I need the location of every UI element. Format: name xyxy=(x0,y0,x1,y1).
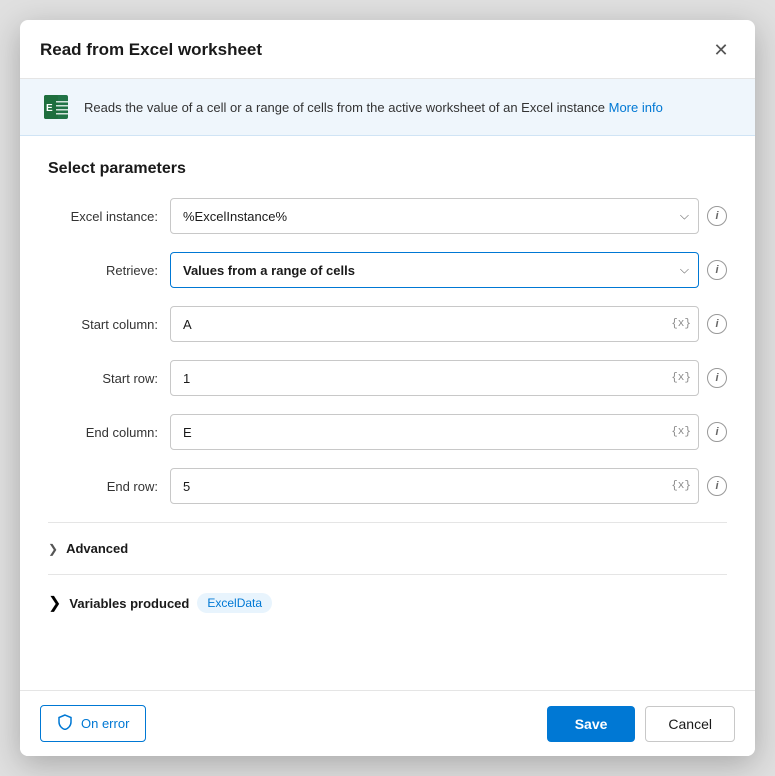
excel-instance-row: Excel instance: %ExcelInstance% ⌵ i xyxy=(48,198,727,234)
start-row-row: Start row: {x} i xyxy=(48,360,727,396)
start-row-input[interactable] xyxy=(170,360,699,396)
retrieve-control: Single cell value Values from a range of… xyxy=(170,252,727,288)
end-column-info-icon[interactable]: i xyxy=(707,422,727,442)
retrieve-select[interactable]: Single cell value Values from a range of… xyxy=(170,252,699,288)
excel-instance-label: Excel instance: xyxy=(48,209,158,224)
start-column-input[interactable] xyxy=(170,306,699,342)
on-error-button[interactable]: On error xyxy=(40,705,146,742)
end-row-input[interactable] xyxy=(170,468,699,504)
dialog: Read from Excel worksheet ✕ E Reads the … xyxy=(20,20,755,756)
svg-text:E: E xyxy=(46,103,53,114)
variables-produced-label: Variables produced xyxy=(69,596,189,611)
more-info-link[interactable]: More info xyxy=(609,100,663,115)
dialog-title: Read from Excel worksheet xyxy=(40,40,262,60)
excel-instance-control: %ExcelInstance% ⌵ i xyxy=(170,198,727,234)
cancel-button[interactable]: Cancel xyxy=(645,706,735,742)
retrieve-select-container: Single cell value Values from a range of… xyxy=(170,252,699,288)
variables-produced-section[interactable]: ❯ Variables produced ExcelData xyxy=(48,583,727,623)
advanced-section[interactable]: ❯ Advanced xyxy=(48,531,727,566)
info-banner-text: Reads the value of a cell or a range of … xyxy=(84,100,663,115)
end-row-input-container: {x} xyxy=(170,468,699,504)
divider-2 xyxy=(48,574,727,575)
info-banner: E Reads the value of a cell or a range o… xyxy=(20,79,755,136)
end-row-label: End row: xyxy=(48,479,158,494)
start-column-control: {x} i xyxy=(170,306,727,342)
start-column-info-icon[interactable]: i xyxy=(707,314,727,334)
end-row-info-icon[interactable]: i xyxy=(707,476,727,496)
end-row-control: {x} i xyxy=(170,468,727,504)
save-button[interactable]: Save xyxy=(547,706,636,742)
retrieve-row: Retrieve: Single cell value Values from … xyxy=(48,252,727,288)
end-row-row: End row: {x} i xyxy=(48,468,727,504)
start-row-info-icon[interactable]: i xyxy=(707,368,727,388)
end-column-label: End column: xyxy=(48,425,158,440)
excel-data-badge: ExcelData xyxy=(197,593,272,613)
excel-instance-select[interactable]: %ExcelInstance% xyxy=(170,198,699,234)
end-column-control: {x} i xyxy=(170,414,727,450)
end-column-row: End column: {x} i xyxy=(48,414,727,450)
dialog-footer: On error Save Cancel xyxy=(20,690,755,756)
advanced-label: Advanced xyxy=(66,541,128,556)
section-title: Select parameters xyxy=(48,160,727,178)
start-row-input-container: {x} xyxy=(170,360,699,396)
dialog-body: Select parameters Excel instance: %Excel… xyxy=(20,136,755,690)
close-button[interactable]: ✕ xyxy=(707,36,735,64)
close-icon: ✕ xyxy=(713,40,728,61)
footer-actions: Save Cancel xyxy=(547,706,735,742)
excel-icon: E xyxy=(40,91,72,123)
start-column-row: Start column: {x} i xyxy=(48,306,727,342)
divider-1 xyxy=(48,522,727,523)
shield-icon xyxy=(57,714,73,733)
excel-instance-select-container: %ExcelInstance% ⌵ xyxy=(170,198,699,234)
end-column-input[interactable] xyxy=(170,414,699,450)
start-column-input-container: {x} xyxy=(170,306,699,342)
on-error-label: On error xyxy=(81,716,129,731)
start-row-control: {x} i xyxy=(170,360,727,396)
start-column-label: Start column: xyxy=(48,317,158,332)
dialog-header: Read from Excel worksheet ✕ xyxy=(20,20,755,79)
retrieve-label: Retrieve: xyxy=(48,263,158,278)
excel-instance-info-icon[interactable]: i xyxy=(707,206,727,226)
start-row-label: Start row: xyxy=(48,371,158,386)
end-column-input-container: {x} xyxy=(170,414,699,450)
variables-chevron-icon: ❯ xyxy=(48,593,61,613)
advanced-chevron-icon: ❯ xyxy=(48,542,58,556)
retrieve-info-icon[interactable]: i xyxy=(707,260,727,280)
